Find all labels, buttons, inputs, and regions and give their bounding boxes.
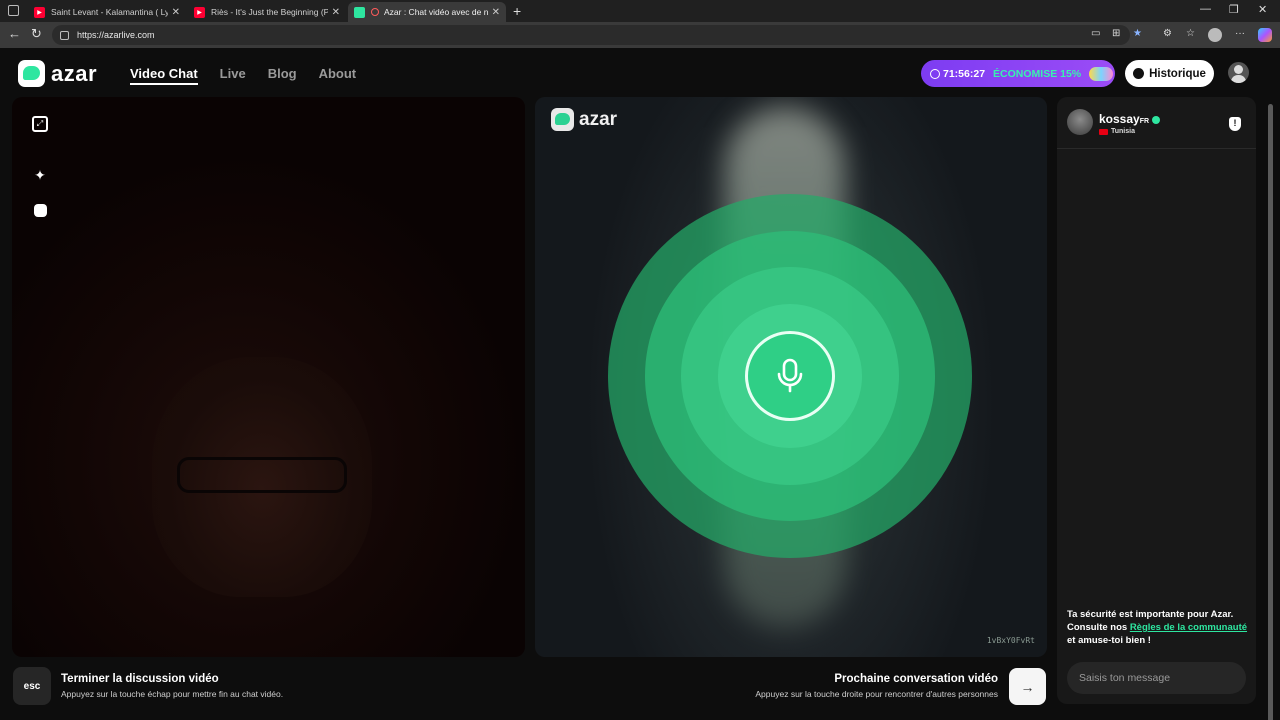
main-nav: Video Chat Live Blog About	[130, 66, 356, 85]
page-scrollbar[interactable]	[1268, 104, 1273, 720]
close-icon[interactable]: ✕	[172, 7, 180, 18]
logo-text: azar	[51, 60, 98, 86]
promo-timer: 71:56:27	[943, 67, 986, 80]
tab-title: Saint Levant - Kalamantina ( Lyric	[51, 7, 168, 17]
gems-icon	[1089, 66, 1114, 81]
copilot-icon[interactable]	[1258, 28, 1272, 42]
notice-text-end: et amuse-toi bien !	[1067, 635, 1151, 646]
azar-icon	[354, 6, 365, 18]
azar-logo-icon	[18, 60, 45, 87]
tab-title: Riès - It's Just the Beginning (Pro	[211, 7, 328, 17]
expand-icon[interactable]: ⤢	[32, 116, 48, 132]
azar-page: azar Video Chat Live Blog About 71:56:27…	[0, 48, 1280, 720]
tab-actions-icon[interactable]	[8, 5, 19, 16]
next-chat-title: Prochaine conversation vidéo	[834, 673, 998, 685]
apps-icon[interactable]: ⊞	[1112, 28, 1120, 39]
video-watermark: azar	[551, 108, 617, 131]
azar-logo[interactable]: azar	[18, 60, 97, 87]
partner-avatar[interactable]	[1067, 109, 1093, 135]
next-chat-button[interactable]: →	[1009, 668, 1046, 705]
self-video: ⤢ ✦	[12, 97, 525, 657]
report-shield-icon[interactable]: !	[1229, 117, 1241, 131]
nav-video-chat[interactable]: Video Chat	[130, 66, 198, 85]
partner-country: Tunisia	[1099, 128, 1135, 135]
video-id: 1vBxY0FvRt	[986, 636, 1035, 645]
face-filter-icon[interactable]	[34, 204, 47, 217]
maximize-button[interactable]: ❐	[1229, 3, 1239, 16]
youtube-icon: ▶	[194, 6, 205, 18]
nav-live[interactable]: Live	[220, 66, 246, 85]
end-chat-hint: Appuyez sur la touche échap pour mettre …	[61, 689, 284, 699]
message-input[interactable]	[1067, 662, 1246, 694]
chat-panel: kossayFR Tunisia ! Ta sécurité est impor…	[1057, 97, 1256, 704]
next-chat-hint: Appuyez sur la touche droite pour rencon…	[755, 689, 998, 699]
verified-badge-icon	[1152, 115, 1161, 124]
history-button[interactable]: Historique	[1125, 60, 1214, 87]
browser-tabbar: ▶ Saint Levant - Kalamantina ( Lyric ✕ ▶…	[0, 0, 1280, 22]
chat-header: kossayFR Tunisia !	[1057, 97, 1256, 149]
close-icon[interactable]: ✕	[332, 7, 340, 18]
partner-name[interactable]: kossayFR	[1099, 112, 1161, 126]
recording-icon	[371, 8, 379, 16]
favorite-star-icon[interactable]: ★	[1133, 28, 1142, 39]
promo-banner[interactable]: 71:56:27 ÉCONOMISE 15%	[921, 60, 1115, 87]
youtube-icon: ▶	[34, 6, 45, 18]
tab-title: Azar : Chat vidéo avec de no	[384, 7, 488, 17]
effects-sparkle-icon[interactable]: ✦	[32, 167, 48, 183]
end-chat-button[interactable]: esc	[13, 667, 51, 705]
back-icon[interactable]: ←	[8, 26, 21, 41]
site-info-icon[interactable]	[60, 30, 69, 40]
tunisia-flag-icon	[1099, 128, 1108, 135]
clock-icon	[930, 68, 940, 79]
profile-avatar-icon[interactable]	[1208, 28, 1222, 42]
history-clock-icon	[1133, 68, 1145, 79]
microphone-icon	[777, 358, 803, 393]
new-tab-button[interactable]: +	[513, 3, 521, 19]
partner-video: azar 1vBxY0FvRt	[535, 97, 1047, 657]
more-menu-icon[interactable]: ···	[1235, 28, 1245, 39]
url-text: https://azarlive.com	[77, 30, 155, 40]
partner-username: kossay	[1099, 112, 1140, 126]
azar-logo-icon	[551, 108, 574, 131]
safety-notice: Ta sécurité est importante pour Azar. Co…	[1067, 608, 1249, 647]
watermark-text: azar	[579, 108, 618, 130]
tab-ries[interactable]: ▶ Riès - It's Just the Beginning (Pro ✕	[188, 2, 346, 22]
self-video-glasses	[177, 457, 347, 493]
next-arrow-icon: →	[1020, 678, 1035, 695]
tab-azar[interactable]: Azar : Chat vidéo avec de no ✕	[348, 2, 506, 22]
camera-icon[interactable]: ▭	[1091, 28, 1100, 39]
user-profile-icon[interactable]	[1228, 62, 1249, 83]
browser-toolbar: ← ↻ https://azarlive.com ▭ ⊞ ★ ⚙ ☆ ···	[0, 22, 1280, 48]
window-close-button[interactable]: ✕	[1258, 3, 1267, 16]
country-name: Tunisia	[1111, 128, 1135, 135]
extensions-icon[interactable]: ⚙	[1163, 28, 1172, 39]
favorites-icon[interactable]: ☆	[1186, 28, 1195, 39]
partner-country-code: FR	[1139, 118, 1150, 125]
minimize-button[interactable]: —	[1200, 3, 1211, 15]
community-rules-link[interactable]: Règles de la communauté	[1130, 622, 1247, 633]
reload-icon[interactable]: ↻	[31, 26, 42, 42]
nav-about[interactable]: About	[319, 66, 357, 85]
tab-saint-levant[interactable]: ▶ Saint Levant - Kalamantina ( Lyric ✕	[28, 2, 186, 22]
address-bar[interactable]: https://azarlive.com	[52, 25, 1130, 45]
history-label: Historique	[1149, 67, 1206, 80]
nav-blog[interactable]: Blog	[268, 66, 297, 85]
end-chat-title: Terminer la discussion vidéo	[61, 673, 219, 685]
microphone-button[interactable]	[745, 331, 835, 421]
promo-discount: ÉCONOMISE 15%	[993, 67, 1082, 80]
close-icon[interactable]: ✕	[492, 7, 500, 18]
